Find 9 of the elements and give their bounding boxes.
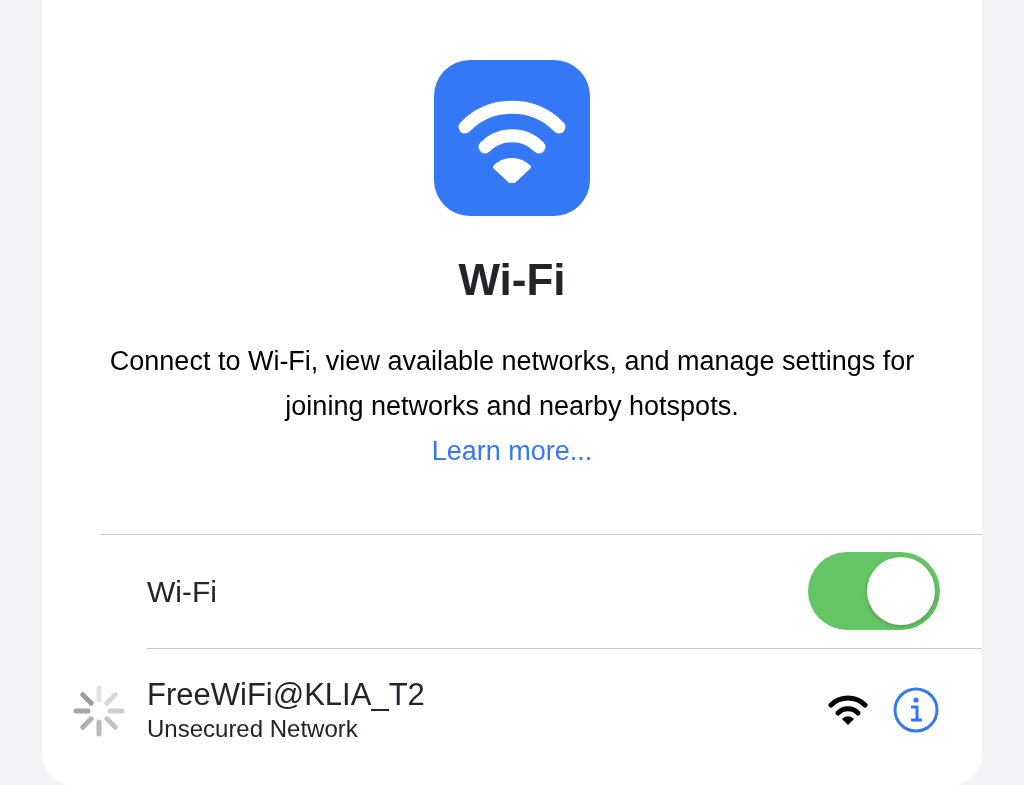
- page-title: Wi-Fi: [457, 254, 567, 306]
- info-icon[interactable]: [892, 686, 940, 735]
- toggle-label: Wi-Fi: [147, 573, 217, 610]
- app-icon: [434, 60, 590, 216]
- network-name: FreeWiFi@KLIA_T2: [147, 676, 426, 714]
- learn-more-link[interactable]: Learn more...: [431, 435, 593, 466]
- network-subtitle: Unsecured Network: [147, 714, 359, 745]
- description: Connect to Wi-Fi, view available networks, and manage settings for joining networks and nearby hotspots.: [108, 344, 916, 423]
- wifi-signal-icon: [828, 694, 868, 727]
